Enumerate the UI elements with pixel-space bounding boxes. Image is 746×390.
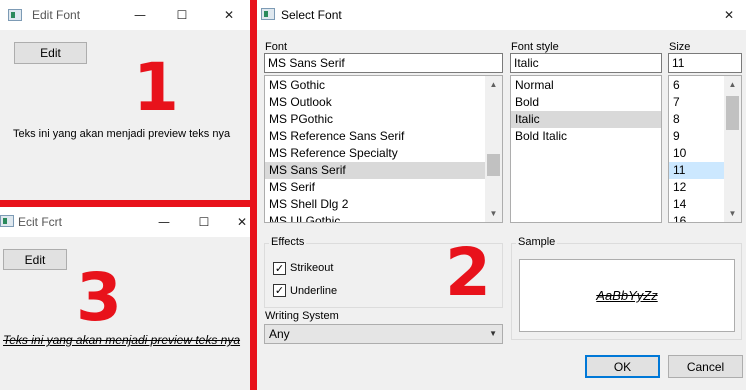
red-separator-vertical <box>250 0 257 390</box>
list-item[interactable]: MS Outlook <box>265 94 502 111</box>
font-style-label: Font style <box>511 41 559 53</box>
scroll-down-icon[interactable]: ▼ <box>485 205 502 222</box>
chevron-down-icon: ▼ <box>489 329 497 338</box>
scroll-thumb[interactable] <box>487 154 500 176</box>
window-1-titlebar: Edit Font — ☐ ✕ <box>0 0 250 30</box>
dialog-title: Select Font <box>281 8 342 22</box>
annotation-number-2: 2 <box>445 234 491 311</box>
minimize-icon[interactable]: — <box>126 5 154 25</box>
app-icon <box>8 9 22 21</box>
edit-font-window-1: Edit Font — ☐ ✕ Edit 1 Teks ini yang aka… <box>0 0 250 200</box>
writing-system-label: Writing System <box>265 310 339 322</box>
edit-button[interactable]: Edit <box>14 42 87 64</box>
list-item[interactable]: MS UI Gothic <box>265 213 502 222</box>
red-separator-horizontal <box>0 200 257 207</box>
list-item[interactable]: MS Serif <box>265 179 502 196</box>
ok-button[interactable]: OK <box>585 355 660 378</box>
underline-label[interactable]: Underline <box>290 285 337 297</box>
list-item-selected[interactable]: 11 <box>669 162 724 179</box>
list-item[interactable]: MS Shell Dlg 2 <box>265 196 502 213</box>
minimize-icon[interactable]: — <box>150 212 178 232</box>
strikeout-checkbox[interactable]: ✓ <box>273 262 286 275</box>
scroll-down-icon[interactable]: ▼ <box>724 205 741 222</box>
strikeout-label[interactable]: Strikeout <box>290 262 333 274</box>
font-label: Font <box>265 41 288 53</box>
list-item[interactable]: Normal <box>511 77 661 94</box>
list-item[interactable]: Bold <box>511 94 661 111</box>
size-label: Size <box>669 41 691 53</box>
list-item-selected[interactable]: MS Sans Serif <box>265 162 485 179</box>
annotation-number-3: 3 <box>76 259 122 336</box>
font-name-input[interactable]: MS Sans Serif <box>264 53 503 73</box>
maximize-icon[interactable]: ☐ <box>168 5 196 25</box>
select-font-dialog: Select Font ✕ Font MS Sans Serif MS Goth… <box>257 0 746 390</box>
close-icon[interactable]: ✕ <box>215 5 243 25</box>
list-item[interactable]: MS Reference Specialty <box>265 145 502 162</box>
window-1-title: Edit Font <box>32 8 81 22</box>
window-3-titlebar: Ecit Fcrt — ☐ ✕ <box>0 207 250 237</box>
edit-button[interactable]: Edit <box>3 249 67 270</box>
font-style-input[interactable]: Italic <box>510 53 662 73</box>
close-icon[interactable]: ✕ <box>715 5 743 25</box>
size-input[interactable]: 11 <box>668 53 742 73</box>
font-list[interactable]: MS Gothic MS Outlook MS PGothic MS Refer… <box>264 75 503 223</box>
scroll-thumb[interactable] <box>726 96 739 130</box>
size-list-scrollbar[interactable]: ▲ ▼ <box>724 76 741 222</box>
sample-preview-box: AaBbYyZz <box>519 259 735 332</box>
font-list-scrollbar[interactable]: ▲ ▼ <box>485 76 502 222</box>
writing-system-select[interactable]: Any ▼ <box>264 324 503 344</box>
scroll-up-icon[interactable]: ▲ <box>724 76 741 93</box>
underline-checkbox[interactable]: ✓ <box>273 284 286 297</box>
close-icon[interactable]: ✕ <box>228 212 256 232</box>
scroll-up-icon[interactable]: ▲ <box>485 76 502 93</box>
edit-font-window-3: Ecit Fcrt — ☐ ✕ Edit 3 Teks ini yang aka… <box>0 207 250 390</box>
app-icon <box>0 215 14 227</box>
dialog-titlebar: Select Font ✕ <box>257 0 746 30</box>
preview-text: Teks ini yang akan menjadi preview teks … <box>13 128 231 140</box>
window-3-title: Ecit Fcrt <box>18 215 62 229</box>
maximize-icon[interactable]: ☐ <box>190 212 218 232</box>
writing-system-value: Any <box>269 327 290 341</box>
cancel-button[interactable]: Cancel <box>668 355 743 378</box>
preview-text-styled: Teks ini yang akan menjadi preview teks … <box>3 333 241 347</box>
list-item[interactable]: MS Reference Sans Serif <box>265 128 502 145</box>
sample-label: Sample <box>516 236 558 248</box>
effects-label: Effects <box>269 236 307 248</box>
sample-text: AaBbYyZz <box>596 288 658 303</box>
size-list[interactable]: 6 7 8 9 10 11 12 14 16 ▲ ▼ <box>668 75 742 223</box>
list-item[interactable]: Bold Italic <box>511 128 661 145</box>
annotation-number-1: 1 <box>133 49 179 126</box>
app-icon <box>261 8 275 20</box>
list-item[interactable]: MS PGothic <box>265 111 502 128</box>
font-style-list[interactable]: Normal Bold Italic Bold Italic <box>510 75 662 223</box>
list-item-selected[interactable]: Italic <box>511 111 661 128</box>
list-item[interactable]: MS Gothic <box>265 77 502 94</box>
